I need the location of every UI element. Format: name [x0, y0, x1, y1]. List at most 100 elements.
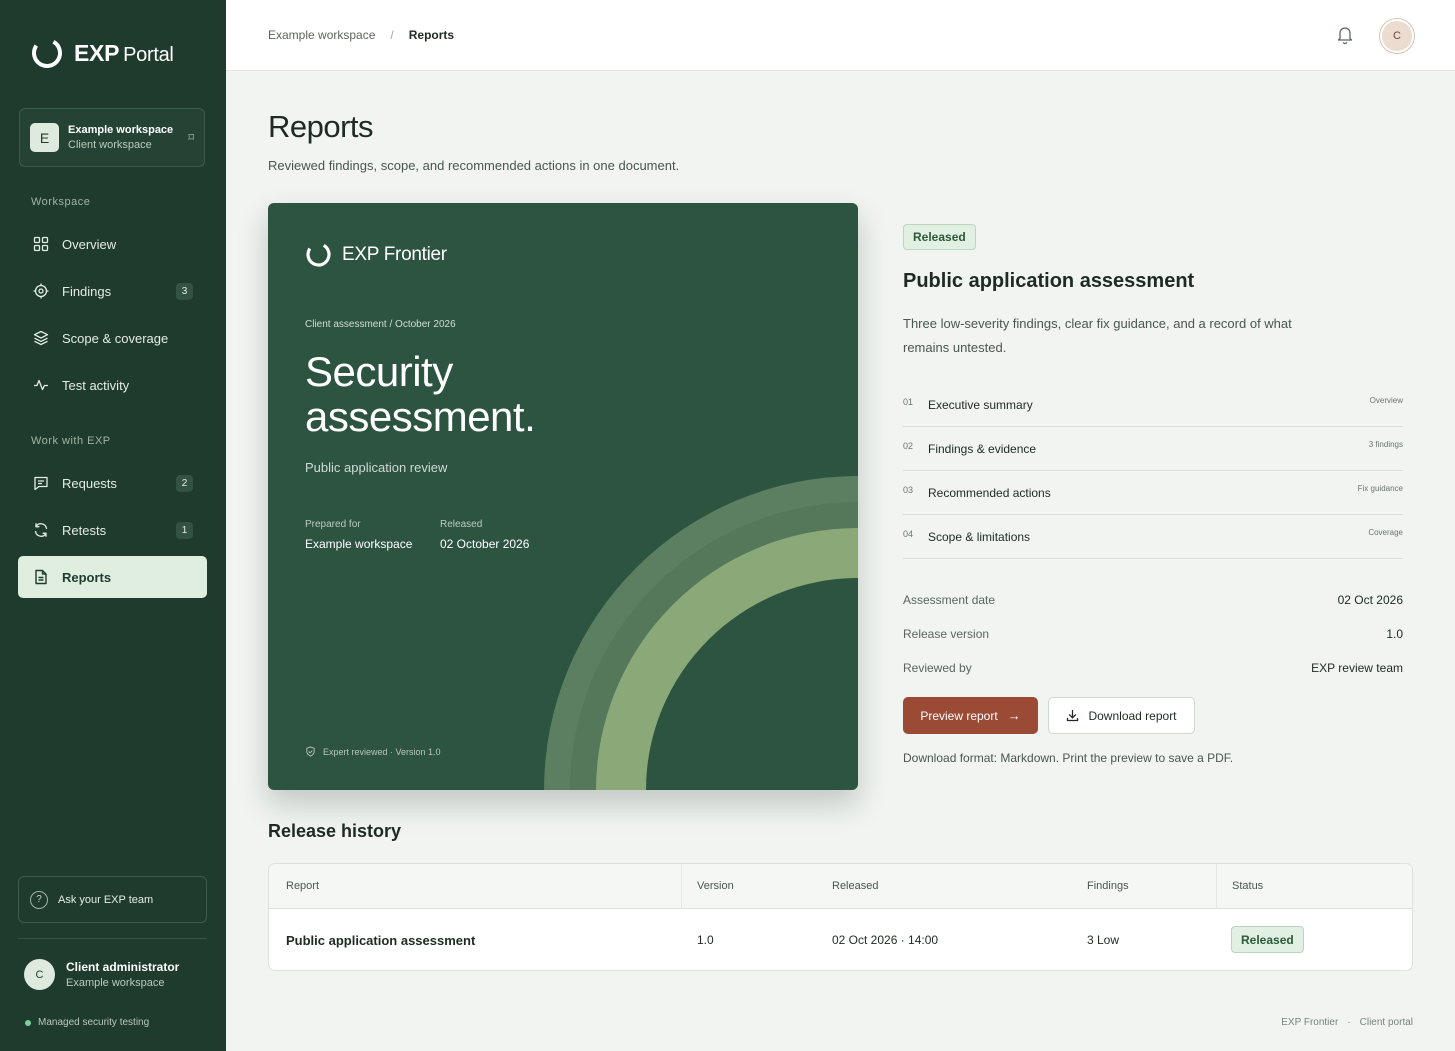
account-avatar[interactable]: C: [1380, 19, 1414, 53]
table-row[interactable]: Public application assessment 1.0 02 Oct…: [269, 909, 1412, 970]
fact-value: 1.0: [1386, 627, 1403, 641]
status-dot-icon: [25, 1019, 31, 1026]
release-history-title: Release history: [268, 821, 402, 841]
user-name: Client administrator: [66, 960, 180, 974]
cover-description: Public application review: [305, 460, 448, 475]
fact-row: Reviewed by EXP review team: [903, 651, 1403, 685]
layers-icon: [32, 329, 50, 347]
workspace-name: Example workspace: [68, 124, 174, 136]
workspace-switcher[interactable]: E Example workspace Client workspace ⌑: [19, 108, 205, 167]
sidebar-item-requests[interactable]: Requests 2: [18, 462, 207, 504]
cover-title-line: assessment.: [305, 393, 536, 440]
sidebar-item-test-activity[interactable]: Test activity: [18, 364, 207, 406]
bell-icon[interactable]: [1336, 25, 1354, 45]
workspace-avatar: E: [30, 123, 59, 152]
report-title: Public application assessment: [903, 270, 1195, 292]
managed-status: Managed security testing: [25, 1017, 149, 1028]
sidebar-item-label: Findings: [62, 283, 112, 299]
breadcrumb-separator: /: [390, 28, 394, 42]
fact-label: Assessment date: [903, 593, 996, 607]
fact-value: EXP review team: [1311, 661, 1403, 675]
sidebar-item-overview[interactable]: Overview: [18, 223, 207, 265]
switch-icon: ⌑: [188, 132, 194, 144]
toc-item: 01 Executive summary Overview: [903, 383, 1403, 427]
breadcrumb-workspace[interactable]: Example workspace: [268, 28, 375, 42]
fact-row: Assessment date 02 Oct 2026: [903, 583, 1403, 617]
shield-check-icon: [306, 746, 315, 757]
exp-logo-icon: [32, 38, 62, 68]
workspace-type: Client workspace: [68, 139, 152, 151]
brand-logo[interactable]: EXP Portal: [30, 36, 174, 70]
sidebar-item-label: Test activity: [62, 377, 130, 393]
sidebar-item-label: Overview: [62, 236, 117, 252]
cell-report: Public application assessment: [286, 933, 476, 948]
report-description: Three low-severity findings, clear fix g…: [903, 316, 1292, 355]
sidebar-item-retests[interactable]: Retests 1: [18, 509, 207, 551]
cell-version: 1.0: [697, 933, 714, 947]
footer-portal: Client portal: [1359, 1017, 1413, 1028]
page-title: Reports: [268, 109, 374, 144]
download-note: Download format: Markdown. Print the pre…: [903, 751, 1234, 765]
download-report-button[interactable]: Download report: [1048, 697, 1195, 734]
fact-label: Reviewed by: [903, 661, 972, 675]
meta-label: Prepared for: [305, 519, 361, 530]
release-history-table: Report Version Released Findings Status …: [268, 863, 1413, 971]
sidebar-item-label: Reports: [62, 569, 112, 585]
ask-team-button[interactable]: ? Ask your EXP team: [18, 876, 207, 923]
column-header-status: Status: [1232, 880, 1264, 892]
sidebar-item-reports[interactable]: Reports: [18, 556, 207, 598]
toc-tag: 3 findings: [1368, 440, 1403, 449]
target-icon: [32, 282, 50, 300]
toc-item: 04 Scope & limitations Coverage: [903, 515, 1403, 559]
brand-name: EXP Portal: [74, 39, 174, 66]
cover-brand-name: EXP Frontier: [342, 243, 447, 265]
page-footer: EXP Frontier · Client portal: [1281, 1017, 1413, 1028]
fact-label: Release version: [903, 627, 990, 641]
cover-footer-text: Expert reviewed · Version 1.0: [323, 746, 441, 757]
column-divider: [1216, 864, 1217, 909]
sidebar: EXP Portal E Example workspace Client wor…: [0, 0, 226, 1051]
section-label-workspace: Workspace: [31, 196, 91, 208]
cell-released: 02 Oct 2026 · 14:00: [832, 933, 939, 947]
grid-icon: [32, 235, 50, 253]
preview-report-button[interactable]: Preview report →: [903, 697, 1038, 734]
report-cover[interactable]: EXP Frontier Client assessment / October…: [268, 203, 858, 790]
toc-number: 02: [903, 440, 914, 451]
cover-footer: Expert reviewed · Version 1.0: [305, 746, 441, 757]
toc-tag: Overview: [1369, 396, 1403, 405]
column-header-released: Released: [832, 880, 879, 892]
cover-prepared-for: Prepared for Example workspace: [305, 519, 412, 551]
download-label: Download report: [1088, 708, 1177, 723]
ask-team-label: Ask your EXP team: [58, 893, 154, 906]
meta-label: Released: [440, 519, 483, 530]
cover-released: Released 02 October 2026: [440, 519, 529, 551]
sidebar-item-scope[interactable]: Scope & coverage: [18, 317, 207, 359]
cover-kicker: Client assessment / October 2026: [305, 319, 456, 330]
toc-tag: Fix guidance: [1357, 484, 1403, 493]
help-icon: ?: [30, 890, 48, 909]
meta-value: 02 October 2026: [440, 537, 530, 551]
download-icon: [1067, 709, 1079, 722]
retests-count-badge: 1: [176, 521, 193, 539]
sidebar-item-findings[interactable]: Findings 3: [18, 270, 207, 312]
cover-brand: EXP Frontier: [305, 241, 447, 268]
exp-logo-icon: [306, 242, 331, 267]
table-header: Report Version Released Findings Status: [269, 864, 1412, 909]
top-bar: Example workspace / Reports C: [226, 0, 1455, 71]
breadcrumb: Example workspace / Reports: [268, 28, 454, 42]
user-profile[interactable]: C Client administrator Example workspace: [24, 959, 179, 990]
column-header-report: Report: [286, 880, 320, 892]
status-badge: Released: [1231, 926, 1304, 953]
sidebar-item-label: Scope & coverage: [62, 330, 169, 346]
refresh-icon: [32, 521, 50, 539]
cover-title: Security assessment.: [305, 349, 665, 439]
arrow-right-icon: →: [1007, 708, 1021, 723]
toc-name: Recommended actions: [928, 485, 1051, 500]
fact-row: Release version 1.0: [903, 617, 1403, 651]
toc-number: 03: [903, 484, 914, 495]
toc-tag: Coverage: [1368, 528, 1403, 537]
toc-name: Findings & evidence: [928, 441, 1037, 456]
meta-value: Example workspace: [305, 537, 413, 551]
toc-item: 03 Recommended actions Fix guidance: [903, 471, 1403, 515]
column-header-findings: Findings: [1087, 880, 1129, 892]
